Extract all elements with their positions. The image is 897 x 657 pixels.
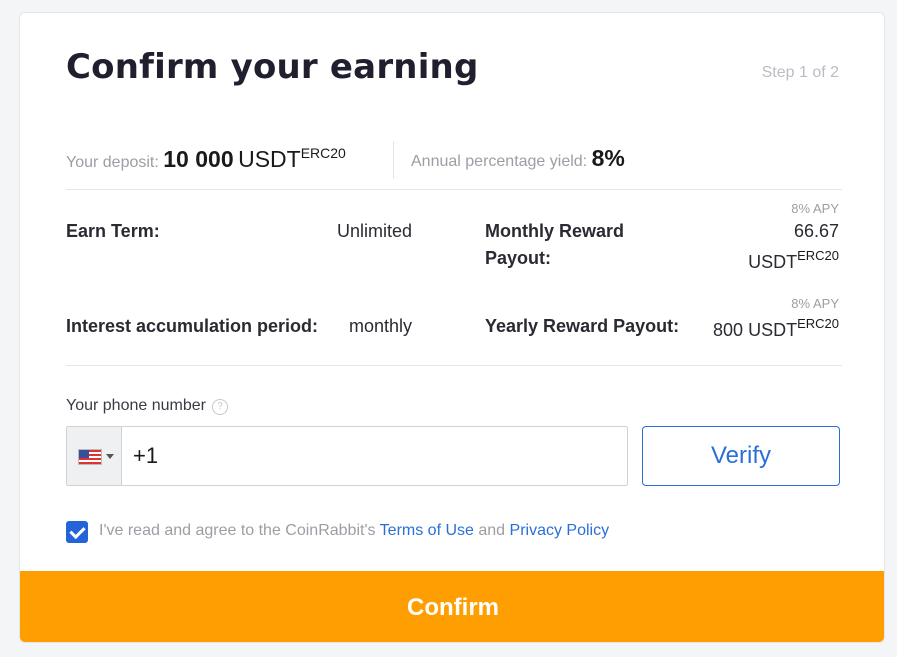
agreement-text: I've read and agree to the CoinRabbit's … [99,522,609,540]
monthly-reward-label-line1: Monthly Reward [485,221,625,241]
phone-field [66,426,628,486]
summary-divider [393,141,394,179]
deposit-label: Your deposit: [66,154,159,171]
yearly-apy-note: 8% APY [791,296,839,311]
question-circle-icon[interactable]: ? [211,399,228,415]
interest-period-value: monthly [349,316,413,336]
phone-label: Your phone number? [66,397,228,415]
deposit-summary: Your deposit: 10 000 USDTERC20 Annual pe… [66,137,842,189]
monthly-reward-amount: 66.67 [793,221,839,241]
earn-term-label: Earn Term: [66,221,160,241]
yearly-reward-amount: 800 USDT [713,320,798,340]
deposit-amount: 10 000 [163,146,234,172]
confirm-button[interactable]: Confirm [20,571,884,642]
divider [66,189,842,190]
earn-term-value: Unlimited [337,221,413,241]
yearly-reward-network: ERC20 [797,316,839,331]
yearly-reward-amount-wrap: 800 USDTERC20 [713,316,839,341]
country-selector[interactable] [67,427,122,485]
apy-value: 8% [591,145,625,171]
monthly-reward-label-line2: Payout: [485,248,552,268]
us-flag-icon [78,449,102,465]
deposit-info: Your deposit: 10 000 USDTERC20 [66,145,346,173]
apy-label: Annual percentage yield: [411,153,588,170]
terms-of-use-link[interactable]: Terms of Use [380,522,474,539]
agree-checkbox[interactable] [66,521,88,543]
deposit-network: ERC20 [300,145,346,161]
privacy-policy-link[interactable]: Privacy Policy [510,522,610,539]
checkmark-icon [69,522,86,540]
divider [66,365,842,366]
yearly-reward-label: Yearly Reward Payout: [485,316,680,336]
phone-label-text: Your phone number [66,397,206,414]
interest-period-label: Interest accumulation period: [66,316,319,336]
monthly-reward-network: ERC20 [797,248,839,263]
step-indicator: Step 1 of 2 [761,64,839,81]
verify-button[interactable]: Verify [642,426,840,486]
apy-info: Annual percentage yield: 8% [411,145,625,172]
agreement-middle: and [473,522,510,539]
agreement-prefix: I've read and agree to the CoinRabbit's [99,522,380,539]
caret-down-icon [106,454,114,459]
page-title: Confirm your earning [66,47,479,87]
monthly-reward-currency: USDT [748,252,798,272]
monthly-reward-currency-wrap: USDTERC20 [748,248,839,273]
monthly-apy-note: 8% APY [791,201,839,216]
confirm-earning-card: Confirm your earning Step 1 of 2 Your de… [19,12,885,643]
phone-input[interactable] [133,427,613,485]
deposit-currency: USDT [238,146,301,172]
